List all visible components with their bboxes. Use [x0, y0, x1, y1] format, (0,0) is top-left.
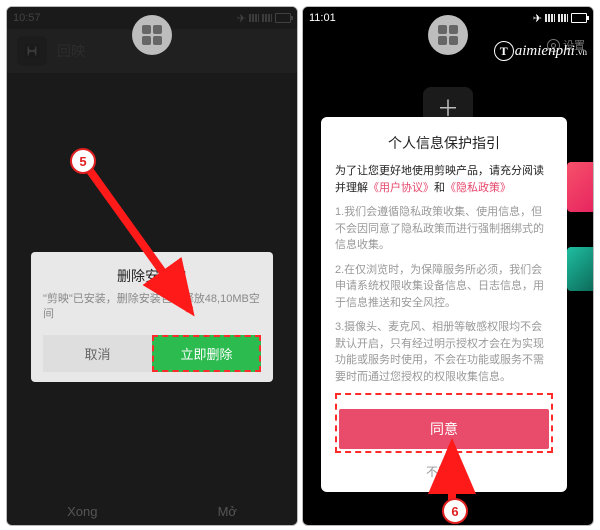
callout-6: 6 — [442, 498, 468, 524]
promo-tile-2 — [567, 247, 593, 291]
bottom-open[interactable]: Mở — [218, 504, 237, 519]
promo-tile-1 — [567, 162, 593, 212]
floating-grid-button[interactable] — [132, 15, 172, 55]
arrow-5 — [70, 150, 240, 345]
watermark: Taimienphi.vn — [494, 41, 587, 61]
point-1: 1.我们会遵循隐私政策收集、使用信息，但不会因同意了隐私政策而进行强制捆绑式的信… — [335, 204, 553, 254]
bottom-done[interactable]: Xong — [67, 504, 97, 519]
dialog-intro: 为了让您更好地使用剪映产品，请充分阅读并理解《用户协议》和《隐私政策》 — [335, 163, 553, 196]
privacy-dialog: 个人信息保护指引 为了让您更好地使用剪映产品，请充分阅读并理解《用户协议》和《隐… — [321, 117, 567, 492]
privacy-policy-link[interactable]: 《隐私政策》 — [445, 182, 511, 194]
point-3: 3.摄像头、麦克风、相册等敏感权限均不会默认开启，只有经过明示授权才会在为实现功… — [335, 319, 553, 385]
status-icons: ✈ — [533, 12, 587, 25]
user-agreement-link[interactable]: 《用户协议》 — [368, 182, 434, 194]
clock: 11:01 — [309, 12, 336, 24]
bottom-actions: Xong Mở — [7, 504, 297, 519]
floating-grid-button[interactable] — [428, 15, 468, 55]
dialog-title: 个人信息保护指引 — [335, 133, 553, 153]
dialog-points: 1.我们会遵循隐私政策收集、使用信息，但不会因同意了隐私政策而进行强制捆绑式的信… — [335, 204, 553, 385]
point-2: 2.在仅浏览时，为保障服务所必须，我们会申请系统权限收集设备信息、日志信息，用于… — [335, 262, 553, 312]
callout-5: 5 — [70, 148, 96, 174]
